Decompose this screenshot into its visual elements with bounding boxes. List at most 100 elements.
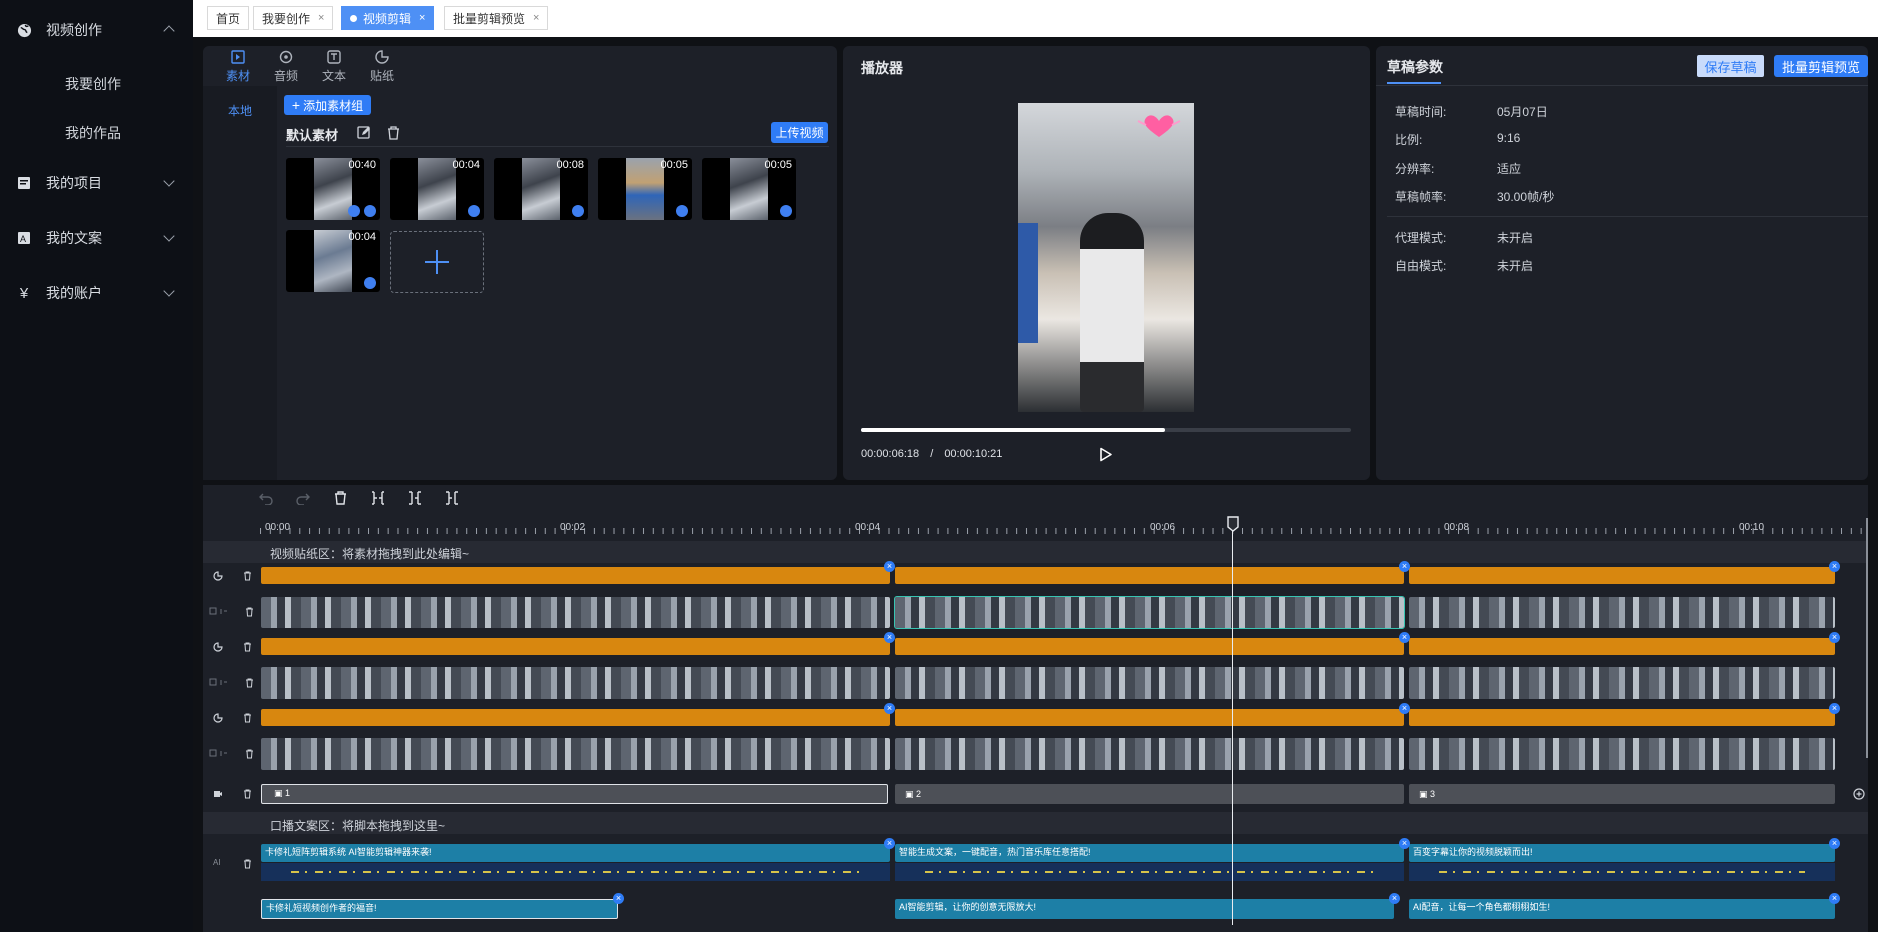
tick-label: 00:10 (1739, 522, 1765, 533)
close-icon[interactable]: × (419, 12, 425, 24)
add-group-button[interactable]: + 添加素材组 (284, 95, 371, 115)
badge-icon (468, 205, 480, 217)
remove-clip-icon[interactable]: × (884, 561, 895, 572)
upload-video-button[interactable]: 上传视频 (771, 122, 828, 143)
delete-icon[interactable] (334, 491, 347, 505)
material-thumb[interactable]: 00:08 (494, 158, 588, 220)
remove-clip-icon[interactable]: × (1399, 632, 1410, 643)
video-clip[interactable] (261, 738, 890, 770)
video-clip[interactable] (895, 667, 1404, 699)
chevron-down-icon (163, 285, 175, 297)
tab-create[interactable]: 我要创作 × (253, 6, 334, 30)
sidebar-group-projects[interactable]: 我的项目 (0, 168, 193, 198)
remove-clip-icon[interactable]: × (884, 632, 895, 643)
remove-clip-icon[interactable]: × (1829, 632, 1840, 643)
trash-icon[interactable] (243, 859, 252, 869)
material-thumb[interactable]: 00:04 (286, 230, 380, 292)
video-clip[interactable] (261, 597, 890, 628)
time-ruler[interactable] (260, 518, 1868, 534)
trash-icon[interactable] (243, 571, 252, 581)
tab-video-edit[interactable]: 视频剪辑 × (341, 6, 435, 30)
undo-icon[interactable] (259, 491, 273, 505)
save-draft-button[interactable]: 保存草稿 (1697, 55, 1764, 77)
video-preview[interactable] (1018, 103, 1194, 412)
tab-material[interactable]: 素材 (220, 50, 256, 84)
script-clip[interactable]: 卡修礼短阵剪辑系统 AI智能剪辑神器来袭! (261, 844, 890, 862)
sticker-clip[interactable] (895, 709, 1404, 726)
video-clip-selected[interactable] (894, 596, 1405, 629)
trim-right-icon[interactable] (445, 491, 459, 505)
remove-clip-icon[interactable]: × (1399, 703, 1410, 714)
script-clip-selected[interactable]: 卡修礼短视频创作者的福音! (261, 899, 618, 919)
script-clip[interactable]: AI智能剪辑，让你的创意无限放大! (895, 899, 1394, 919)
trash-icon[interactable] (243, 789, 252, 799)
remove-clip-icon[interactable]: × (884, 703, 895, 714)
scene-clip-2[interactable]: ▣ 2 (895, 784, 1404, 804)
remove-clip-icon[interactable]: × (1829, 561, 1840, 572)
trash-icon[interactable] (245, 749, 254, 759)
scene-clip-1[interactable]: ▣ 1 (261, 784, 888, 804)
sticker-clip[interactable] (261, 567, 890, 584)
add-scene-icon[interactable] (1853, 788, 1865, 800)
badge-icon (780, 205, 792, 217)
sticker-clip[interactable] (261, 709, 890, 726)
tab-batch-preview[interactable]: 批量剪辑预览 × (444, 6, 549, 30)
sticker-clip[interactable] (895, 567, 1404, 584)
sticker-clip[interactable] (261, 638, 890, 655)
sidebar-group-label: 我的账户 (46, 285, 102, 301)
close-icon[interactable]: × (533, 12, 539, 24)
sidebar-group-copywriting[interactable]: A 我的文案 (0, 223, 193, 253)
video-clip[interactable] (895, 738, 1404, 770)
remove-clip-icon[interactable]: × (1829, 703, 1840, 714)
playhead-handle-icon[interactable] (1227, 516, 1239, 532)
redo-icon[interactable] (296, 491, 310, 505)
video-clip[interactable] (1409, 597, 1835, 628)
sidebar-group-account[interactable]: ¥ 我的账户 (0, 278, 193, 308)
sticker-clip[interactable] (895, 638, 1404, 655)
sidebar-item-create[interactable]: 我要创作 (65, 74, 121, 94)
remove-clip-icon[interactable]: × (884, 838, 895, 849)
remove-clip-icon[interactable]: × (1389, 893, 1400, 904)
sidebar-item-works[interactable]: 我的作品 (65, 123, 121, 143)
video-clip[interactable] (1409, 667, 1835, 699)
script-clip[interactable]: 百变字幕让你的视频脱颖而出! (1409, 844, 1835, 862)
sticker-clip[interactable] (1409, 709, 1835, 726)
split-icon[interactable] (371, 491, 385, 505)
remove-clip-icon[interactable]: × (1829, 838, 1840, 849)
trash-icon[interactable] (243, 642, 252, 652)
side-tab-local[interactable]: 本地 (228, 102, 252, 119)
trash-icon[interactable] (243, 713, 252, 723)
progress-track[interactable] (861, 428, 1351, 432)
play-icon[interactable] (1099, 447, 1113, 462)
video-clip[interactable] (261, 667, 890, 699)
chevron-down-icon (163, 175, 175, 187)
tab-audio[interactable]: 音频 (268, 50, 304, 84)
script-clip[interactable]: 智能生成文案，一键配音，热门音乐库任意搭配! (895, 844, 1404, 862)
sticker-clip[interactable] (1409, 567, 1835, 584)
remove-clip-icon[interactable]: × (1399, 561, 1410, 572)
script-clip[interactable]: AI配音，让每一个角色都栩栩如生! (1409, 899, 1835, 919)
edit-icon[interactable] (357, 126, 371, 140)
timeline-scrollbar[interactable] (1866, 518, 1868, 758)
remove-clip-icon[interactable]: × (613, 893, 624, 904)
batch-preview-button[interactable]: 批量剪辑预览 (1774, 55, 1868, 77)
trash-icon[interactable] (387, 126, 400, 140)
remove-clip-icon[interactable]: × (1399, 838, 1410, 849)
trash-icon[interactable] (245, 678, 254, 688)
material-thumb[interactable]: 00:04 (390, 158, 484, 220)
add-material-tile[interactable] (390, 231, 484, 293)
scene-clip-3[interactable]: ▣ 3 (1409, 784, 1835, 804)
material-thumb[interactable]: 00:05 (598, 158, 692, 220)
tab-text[interactable]: 文本 (316, 50, 352, 84)
tab-home[interactable]: 首页 (207, 6, 250, 30)
tab-sticker[interactable]: 贴纸 (364, 50, 400, 84)
remove-clip-icon[interactable]: × (1829, 893, 1840, 904)
sticker-clip[interactable] (1409, 638, 1835, 655)
close-icon[interactable]: × (318, 12, 324, 24)
material-thumb[interactable]: 00:40 (286, 158, 380, 220)
video-clip[interactable] (1409, 738, 1835, 770)
sidebar-group-video-creation[interactable]: 视频创作 (0, 15, 193, 45)
material-thumb[interactable]: 00:05 (702, 158, 796, 220)
trash-icon[interactable] (245, 607, 254, 617)
trim-left-icon[interactable] (408, 491, 422, 505)
